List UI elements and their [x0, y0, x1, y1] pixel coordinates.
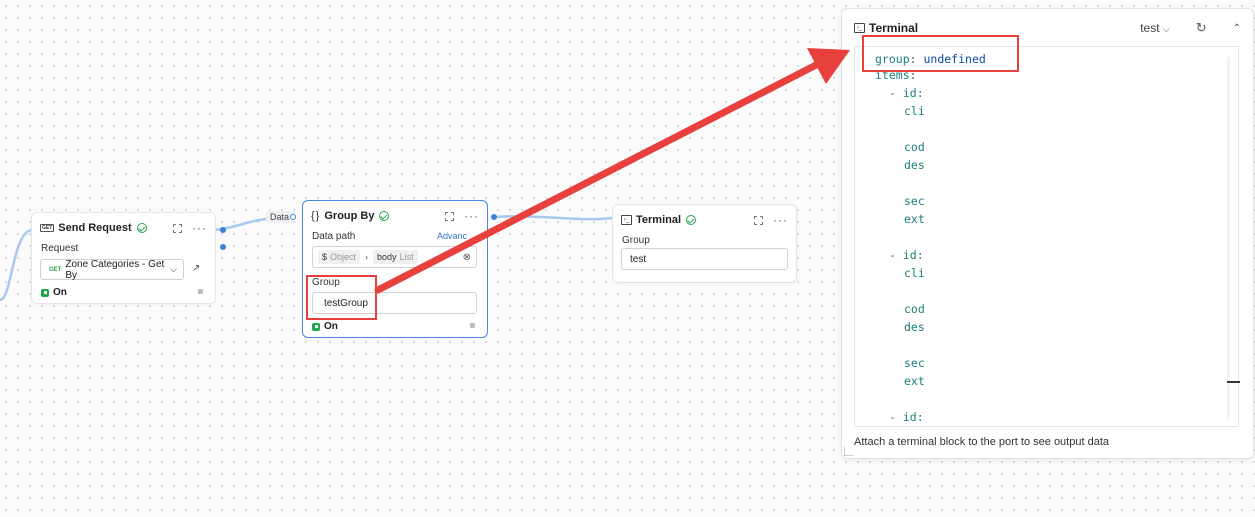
- terminal-icon: ›_: [854, 23, 865, 33]
- terminal-group-value: test: [630, 253, 647, 265]
- request-select-value: Zone Categories - Get By: [65, 258, 165, 281]
- check-circle-icon: [379, 211, 390, 221]
- path-chip-body-type: List: [399, 252, 414, 262]
- output-line: des: [904, 158, 925, 172]
- path-chip-body-label: body: [377, 252, 397, 262]
- send-request-node[interactable]: GET Send Request ··· Request GET Zone Ca…: [31, 212, 216, 304]
- external-link-icon[interactable]: ↗: [192, 263, 200, 274]
- environment-select-value: test: [1140, 21, 1160, 35]
- request-label: Request: [41, 243, 79, 254]
- more-options-icon[interactable]: ···: [773, 214, 788, 226]
- terminal-output[interactable]: group: undefined items: - id: cli cod de…: [854, 46, 1239, 427]
- group-by-output-port[interactable]: [491, 214, 497, 220]
- output-line: cod: [904, 140, 925, 154]
- braces-icon: {}: [311, 210, 321, 222]
- on-label: On: [53, 287, 67, 298]
- output-line: cli: [904, 104, 925, 118]
- request-method-badge: GET: [49, 266, 62, 273]
- data-path-input[interactable]: $ Object › body List ⊗: [312, 246, 477, 268]
- panel-footer-hint: Attach a terminal block to the port to s…: [854, 436, 1109, 448]
- check-circle-icon: [686, 215, 697, 225]
- on-toggle[interactable]: On: [312, 321, 338, 332]
- on-toggle-icon: [41, 288, 49, 297]
- data-path-label: Data path: [312, 231, 356, 242]
- output-line: sec: [904, 356, 925, 370]
- terminal-group-input[interactable]: test: [621, 248, 788, 270]
- annotation-highlight-group-input: [306, 275, 377, 320]
- more-options-icon[interactable]: ···: [464, 210, 479, 222]
- on-toggle-icon: [312, 322, 320, 331]
- data-wire-label: Data: [266, 211, 294, 223]
- output-line: - id:: [889, 86, 924, 100]
- output-line: des: [904, 320, 925, 334]
- terminal-icon: ›_: [621, 215, 632, 225]
- output-line: cod: [904, 302, 925, 316]
- node-title: Send Request: [58, 222, 132, 234]
- clear-icon[interactable]: ⊗: [463, 252, 471, 263]
- chevron-down-icon: ⌵: [170, 264, 177, 274]
- path-chip-root[interactable]: $ Object: [318, 250, 361, 264]
- group-label: Group: [622, 235, 650, 246]
- advanced-link[interactable]: Advanc: [437, 231, 467, 241]
- expand-icon[interactable]: [754, 215, 763, 225]
- get-method-icon: GET: [40, 224, 55, 232]
- output-line: sec: [904, 194, 925, 208]
- expand-icon[interactable]: [173, 223, 182, 233]
- send-request-output-port[interactable]: [220, 227, 226, 233]
- terminal-panel[interactable]: ›_ Terminal test ⌵ ↻ ⌃ group: undefined …: [841, 8, 1254, 459]
- output-line: ext: [904, 374, 925, 388]
- resize-grip[interactable]: [198, 289, 203, 294]
- resize-handle-icon[interactable]: [844, 447, 853, 456]
- node-title: Group By: [324, 210, 375, 222]
- collapse-icon[interactable]: ⌃: [1233, 23, 1241, 34]
- refresh-icon[interactable]: ↻: [1196, 20, 1207, 36]
- resize-grip[interactable]: [470, 323, 475, 328]
- chevron-right-icon: ›: [365, 252, 369, 262]
- output-line: cli: [904, 266, 925, 280]
- annotation-highlight-group-undefined: [862, 35, 1019, 72]
- output-line: ext: [904, 212, 925, 226]
- request-select[interactable]: GET Zone Categories - Get By ⌵: [40, 258, 184, 281]
- panel-title: Terminal: [869, 21, 919, 35]
- on-toggle[interactable]: On: [41, 287, 67, 298]
- path-chip-root-label: $: [322, 252, 328, 262]
- flow-canvas[interactable]: GET Send Request ··· Request GET Zone Ca…: [0, 0, 1255, 517]
- expand-icon[interactable]: [445, 211, 454, 221]
- output-line: - id:: [889, 410, 924, 424]
- check-circle-icon: [136, 223, 147, 233]
- chevron-down-icon: ⌵: [1162, 24, 1170, 34]
- send-request-output-port-2[interactable]: [220, 244, 226, 250]
- on-label: On: [324, 321, 338, 332]
- path-chip-root-type: Object: [330, 252, 357, 262]
- path-chip-body[interactable]: body List: [373, 250, 418, 264]
- output-scrollbar-thumb[interactable]: [1227, 381, 1240, 383]
- more-options-icon[interactable]: ···: [192, 222, 207, 234]
- group-by-input-port[interactable]: [290, 214, 296, 220]
- terminal-node[interactable]: ›_ Terminal ··· Group test: [612, 204, 797, 283]
- environment-select[interactable]: test ⌵: [1140, 21, 1170, 35]
- node-title: Terminal: [636, 214, 682, 226]
- output-scrollbar[interactable]: [1227, 57, 1230, 419]
- output-line: - id:: [889, 248, 924, 262]
